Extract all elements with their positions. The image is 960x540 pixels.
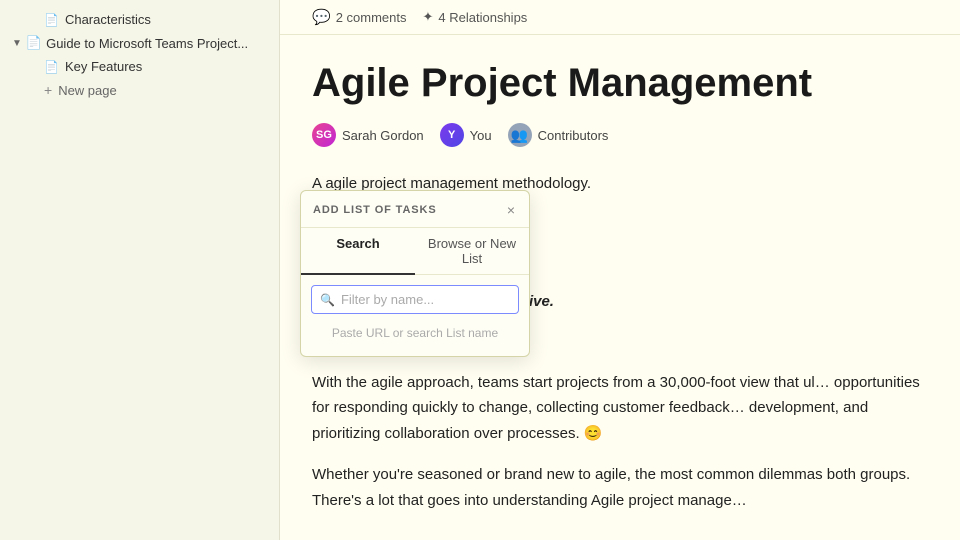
modal-title: ADD LIST OF TASKS xyxy=(313,204,437,216)
add-list-modal: ADD LIST OF TASKS × Search Browse or New… xyxy=(300,190,530,357)
modal-body: 🔍 Paste URL or search List name xyxy=(301,275,529,356)
avatar-sarah: SG xyxy=(312,123,336,147)
add-list-modal-overlay: ADD LIST OF TASKS × Search Browse or New… xyxy=(300,190,530,357)
page-content: Agile Project Management SG Sarah Gordon… xyxy=(280,35,960,540)
relationships-button[interactable]: ✦ 4 Relationships xyxy=(423,9,528,25)
modal-close-button[interactable]: × xyxy=(505,201,517,219)
filter-input[interactable] xyxy=(341,292,510,307)
page-title: Agile Project Management xyxy=(312,59,928,107)
comments-icon: 💬 xyxy=(312,8,331,26)
comments-button[interactable]: 💬 2 comments xyxy=(312,8,407,26)
new-page-button[interactable]: + New page xyxy=(0,78,279,102)
contributor-you[interactable]: Y You xyxy=(440,123,492,147)
sidebar-item-key-features[interactable]: 📄 Key Features xyxy=(0,55,279,78)
avatar-contributors: 👥 xyxy=(508,123,532,147)
top-bar: 💬 2 comments ✦ 4 Relationships xyxy=(280,0,960,35)
body-para-3: With the agile approach, teams start pro… xyxy=(312,370,928,447)
search-wrapper: 🔍 xyxy=(311,285,519,314)
modal-tabs: Search Browse or New List xyxy=(301,228,529,275)
modal-header: ADD LIST OF TASKS × xyxy=(301,191,529,228)
relationships-icon: ✦ xyxy=(423,9,434,25)
tab-search[interactable]: Search xyxy=(301,228,415,275)
plus-icon: + xyxy=(44,82,52,98)
paste-hint: Paste URL or search List name xyxy=(311,322,519,346)
sidebar-item-guide-toggle[interactable]: ▼ 📄 Guide to Microsoft Teams Project... xyxy=(0,31,279,55)
sidebar-item-characteristics[interactable]: 📄 Characteristics xyxy=(0,8,279,31)
page-icon: 📄 xyxy=(26,35,42,51)
contributor-contributors[interactable]: 👥 Contributors xyxy=(508,123,609,147)
sidebar: 📄 Characteristics ▼ 📄 Guide to Microsoft… xyxy=(0,0,280,540)
search-icon: 🔍 xyxy=(320,293,335,307)
page-icon: 📄 xyxy=(44,60,59,74)
body-para-4: Whether you're seasoned or brand new to … xyxy=(312,462,928,513)
page-icon: 📄 xyxy=(44,13,59,27)
contributors-row: SG Sarah Gordon Y You 👥 Contributors xyxy=(312,123,928,147)
contributor-sarah[interactable]: SG Sarah Gordon xyxy=(312,123,424,147)
main-content: 💬 2 comments ✦ 4 Relationships Agile Pro… xyxy=(280,0,960,540)
collapse-icon: ▼ xyxy=(12,38,22,49)
tab-browse-new-list[interactable]: Browse or New List xyxy=(415,228,529,274)
avatar-you: Y xyxy=(440,123,464,147)
